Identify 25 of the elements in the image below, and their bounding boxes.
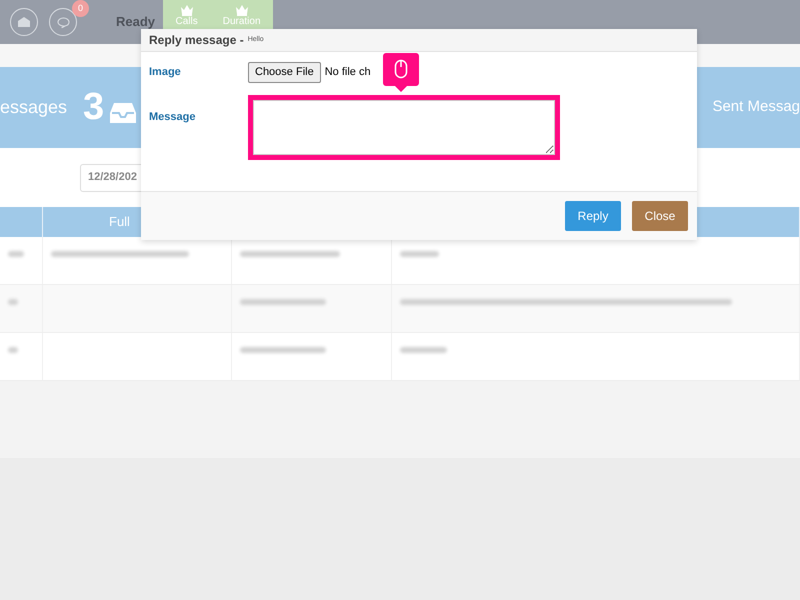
chat-bubble-icon — [56, 16, 70, 28]
close-button[interactable]: Close — [632, 201, 688, 231]
crown-icon — [234, 4, 249, 16]
blurred-text — [400, 251, 440, 257]
reply-button[interactable]: Reply — [565, 201, 621, 231]
banner-label: essages — [0, 96, 68, 119]
stats-tab-label: Duration — [222, 16, 261, 28]
status-text: Ready — [116, 13, 156, 32]
field-label: Image — [149, 65, 182, 80]
banner-label: Sent Messag — [712, 97, 800, 118]
stats-tab-label: Calls — [176, 16, 198, 28]
column-header: Full — [109, 213, 130, 232]
notification-badge: 0 — [72, 0, 89, 17]
blurred-text — [8, 299, 18, 305]
mail-button[interactable] — [10, 8, 38, 36]
message-count: 3 — [83, 85, 104, 130]
mouse-icon — [394, 60, 408, 78]
crown-icon — [180, 4, 194, 16]
blurred-text — [400, 347, 447, 353]
file-status: No file ch — [324, 65, 371, 80]
blurred-text — [8, 251, 24, 257]
field-label: Message — [149, 110, 196, 124]
choose-file-button[interactable]: Choose File — [248, 62, 321, 82]
blurred-text — [8, 347, 18, 353]
modal-title: Reply message - — [149, 32, 244, 49]
